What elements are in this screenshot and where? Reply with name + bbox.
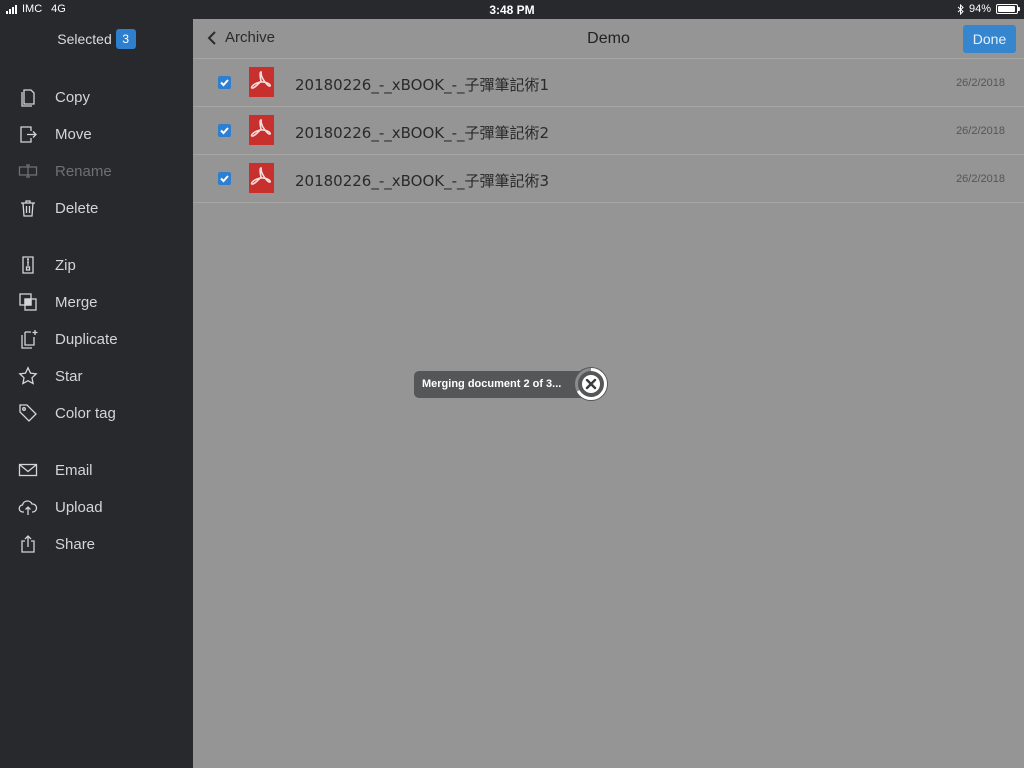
- selection-header: Selected 3: [0, 29, 193, 49]
- menu-rename: Rename: [0, 156, 193, 186]
- menu-move[interactable]: Move: [0, 119, 193, 149]
- tag-icon: [18, 403, 38, 423]
- menu-merge[interactable]: Merge: [0, 287, 193, 317]
- menu-star[interactable]: Star: [0, 361, 193, 391]
- pdf-file-icon: [249, 163, 274, 193]
- move-icon: [18, 124, 38, 144]
- menu-share-label: Share: [55, 535, 96, 553]
- checkbox-checked-icon[interactable]: [218, 172, 231, 185]
- progress-toast: Merging document 2 of 3...: [414, 371, 598, 398]
- file-row[interactable]: 20180226_-_xBOOK_-_子彈筆記術3 26/2/2018: [193, 155, 1024, 203]
- status-right: 94%: [957, 3, 1020, 15]
- action-sidebar: Selected 3 Copy Move Rename Delete Zip Me…: [0, 19, 193, 768]
- pdf-file-icon: [249, 67, 274, 97]
- menu-color-tag[interactable]: Color tag: [0, 398, 193, 428]
- file-date: 26/2/2018: [956, 125, 1005, 137]
- done-button[interactable]: Done: [963, 25, 1016, 53]
- file-name: 20180226_-_xBOOK_-_子彈筆記術3: [295, 172, 550, 190]
- menu-duplicate-label: Duplicate: [55, 330, 118, 348]
- status-bar: IMC 4G 3:48 PM 94%: [0, 0, 1024, 19]
- menu-email-label: Email: [55, 461, 93, 479]
- menu-email[interactable]: Email: [0, 455, 193, 485]
- menu-duplicate[interactable]: Duplicate: [0, 324, 193, 354]
- navigation-bar: Archive Demo Done: [193, 19, 1024, 59]
- star-icon: [18, 366, 38, 386]
- file-name: 20180226_-_xBOOK_-_子彈筆記術1: [295, 76, 550, 94]
- rename-icon: [18, 161, 38, 181]
- battery-icon: [996, 4, 1020, 14]
- share-icon: [18, 534, 38, 554]
- menu-copy-label: Copy: [55, 88, 91, 106]
- copy-icon: [18, 87, 38, 107]
- menu-delete-label: Delete: [55, 199, 99, 217]
- trash-icon: [18, 198, 38, 218]
- checkbox-checked-icon[interactable]: [218, 124, 231, 137]
- menu-merge-label: Merge: [55, 293, 98, 311]
- file-row[interactable]: 20180226_-_xBOOK_-_子彈筆記術1 26/2/2018: [193, 59, 1024, 107]
- duplicate-icon: [18, 329, 38, 349]
- selection-count-badge: 3: [115, 29, 136, 49]
- menu-move-label: Move: [55, 125, 92, 143]
- zip-icon: [18, 255, 38, 275]
- merge-icon: [18, 292, 38, 312]
- pdf-file-icon: [249, 115, 274, 145]
- file-date: 26/2/2018: [956, 77, 1005, 89]
- menu-rename-label: Rename: [55, 162, 112, 180]
- file-name: 20180226_-_xBOOK_-_子彈筆記術2: [295, 124, 550, 142]
- menu-delete[interactable]: Delete: [0, 193, 193, 223]
- checkbox-checked-icon[interactable]: [218, 76, 231, 89]
- battery-percent: 94%: [968, 3, 991, 15]
- menu-star-label: Star: [55, 367, 83, 385]
- page-title: Demo: [587, 30, 630, 47]
- menu-upload-label: Upload: [55, 498, 103, 516]
- status-time: 3:48 PM: [489, 3, 535, 17]
- progress-ring-icon: [574, 367, 608, 401]
- selection-title: Selected: [57, 31, 112, 47]
- menu-zip[interactable]: Zip: [0, 250, 193, 280]
- file-row[interactable]: 20180226_-_xBOOK_-_子彈筆記術2 26/2/2018: [193, 107, 1024, 155]
- bluetooth-icon: [957, 3, 964, 15]
- menu-upload[interactable]: Upload: [0, 492, 193, 522]
- cloud-upload-icon: [18, 497, 38, 517]
- cancel-progress-button[interactable]: [572, 365, 610, 403]
- file-date: 26/2/2018: [956, 173, 1005, 185]
- menu-color-tag-label: Color tag: [55, 404, 116, 422]
- menu-zip-label: Zip: [55, 256, 76, 274]
- menu-share[interactable]: Share: [0, 529, 193, 559]
- menu-copy[interactable]: Copy: [0, 82, 193, 112]
- mail-icon: [18, 460, 38, 480]
